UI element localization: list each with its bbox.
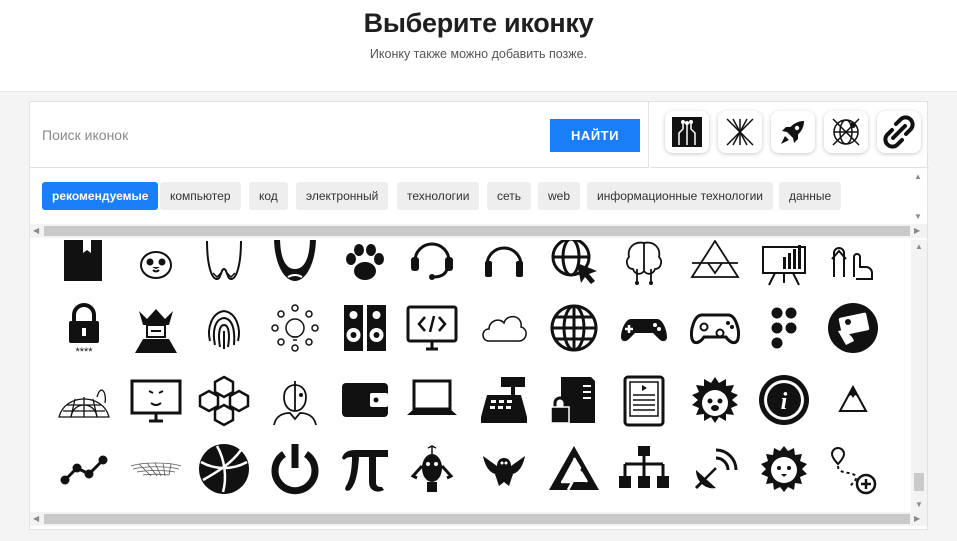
headphones-icon[interactable] (474, 240, 534, 290)
search-button[interactable]: НАЙТИ (550, 119, 640, 152)
xbox-controller-icon[interactable] (685, 298, 745, 358)
globe-target-icon[interactable] (824, 111, 868, 153)
ebook-reader-icon[interactable] (614, 370, 674, 430)
page-title: Выберите иконку (363, 8, 594, 38)
tags-vertical-scrollbar[interactable]: ▲ ▼ (911, 172, 925, 222)
password-lock-icon[interactable]: **** (54, 298, 114, 358)
icon-grid-horizontal-scrollbar[interactable]: ◀ ▶ (30, 512, 927, 526)
wallet-icon[interactable] (335, 370, 395, 430)
page-header: Выберите иконку Иконку также можно добав… (0, 0, 957, 92)
scroll-up-icon[interactable]: ▲ (915, 242, 923, 252)
scroll-thumb[interactable] (44, 226, 910, 236)
mountain-icon[interactable] (823, 370, 883, 430)
presentation-chart-icon[interactable] (754, 240, 814, 290)
touch-gesture-icon[interactable] (823, 240, 883, 290)
cubes-network-icon[interactable] (194, 370, 254, 430)
pi-icon[interactable] (335, 439, 395, 499)
gamepad-icon[interactable] (614, 298, 674, 358)
beard-icon[interactable] (265, 240, 325, 290)
id-card-hand-icon[interactable] (823, 298, 883, 358)
scroll-right-icon[interactable]: ▶ (914, 514, 920, 524)
scroll-thumb[interactable] (914, 473, 924, 491)
paw-icon[interactable] (335, 240, 395, 290)
page-subtitle: Иконку также можно добавить позже. (369, 47, 588, 61)
tag-code[interactable]: код (249, 182, 288, 210)
server-lock-icon[interactable] (544, 370, 604, 430)
info-icon[interactable]: i (754, 370, 814, 430)
cash-register-icon[interactable] (474, 370, 534, 430)
speakers-icon[interactable] (335, 298, 395, 358)
selected-icons-tray (650, 102, 929, 168)
code-monitor-icon[interactable] (402, 298, 462, 358)
penrose-triangle-icon[interactable] (544, 439, 604, 499)
tag-data[interactable]: данные (779, 182, 842, 210)
samurai-icon[interactable] (126, 298, 186, 358)
globe-icon[interactable] (544, 298, 604, 358)
fingerprint-icon[interactable] (194, 298, 254, 358)
search-bar: НАЙТИ (30, 102, 649, 168)
brain-circuit-icon[interactable] (614, 240, 674, 290)
icon-grid-vertical-scrollbar[interactable]: ▲ ▼ (911, 240, 927, 512)
svg-text:****: **** (75, 346, 93, 355)
tag-electronic[interactable]: электронный (296, 182, 389, 210)
route-plus-icon[interactable] (823, 439, 883, 499)
lion-icon[interactable] (754, 439, 814, 499)
laptop-icon[interactable] (402, 370, 462, 430)
scroll-left-icon[interactable]: ◀ (33, 226, 39, 236)
tag-recommended[interactable]: рекомендуемые (42, 182, 159, 210)
satellite-lines-icon[interactable] (718, 111, 762, 153)
braille-icon[interactable] (754, 298, 814, 358)
scroll-down-icon[interactable]: ▼ (914, 212, 922, 222)
tag-computer[interactable]: компьютер (160, 182, 241, 210)
sphere-icon[interactable] (194, 439, 254, 499)
web-cursor-icon[interactable] (544, 240, 604, 290)
scroll-thumb[interactable] (44, 514, 910, 524)
chain-link-icon[interactable] (877, 111, 921, 153)
line-chart-icon[interactable] (54, 439, 114, 499)
scroll-left-icon[interactable]: ◀ (33, 514, 39, 524)
rocket-icon[interactable] (771, 111, 815, 153)
cyborg-icon[interactable] (265, 370, 325, 430)
hedgehog-icon[interactable] (685, 370, 745, 430)
circuit-chip-icon[interactable] (665, 111, 709, 153)
tag-technology[interactable]: технологии (397, 182, 480, 210)
satellite-dish-icon[interactable] (685, 439, 745, 499)
search-input[interactable] (42, 118, 542, 152)
icon-grid: **** i (30, 240, 911, 512)
tag-web[interactable]: web (538, 182, 581, 210)
tooth-icon[interactable] (194, 240, 254, 290)
wave-mesh-icon[interactable] (126, 439, 186, 499)
triangle-glyph-icon[interactable] (685, 240, 745, 290)
tag-network[interactable]: сеть (487, 182, 532, 210)
robot-icon[interactable] (402, 439, 462, 499)
scroll-down-icon[interactable]: ▼ (915, 500, 923, 510)
tags-horizontal-scrollbar[interactable]: ◀ ▶ (30, 224, 927, 238)
scroll-up-icon[interactable]: ▲ (914, 172, 922, 182)
book-icon[interactable] (54, 240, 114, 290)
idea-network-icon[interactable] (265, 298, 325, 358)
icon-picker-panel: НАЙТИ рекомендуемые компьютер код электр… (29, 101, 929, 530)
cat-face-icon[interactable] (126, 240, 186, 290)
scroll-right-icon[interactable]: ▶ (914, 226, 920, 236)
power-icon[interactable] (265, 439, 325, 499)
cloud-icon[interactable] (474, 298, 534, 358)
mask-monitor-icon[interactable] (126, 370, 186, 430)
eagle-icon[interactable] (474, 439, 534, 499)
hierarchy-icon[interactable] (614, 439, 674, 499)
wireframe-dome-icon[interactable] (54, 370, 114, 430)
headset-icon[interactable] (402, 240, 462, 290)
tag-it[interactable]: информационные технологии (587, 182, 774, 210)
svg-text:i: i (781, 389, 788, 415)
